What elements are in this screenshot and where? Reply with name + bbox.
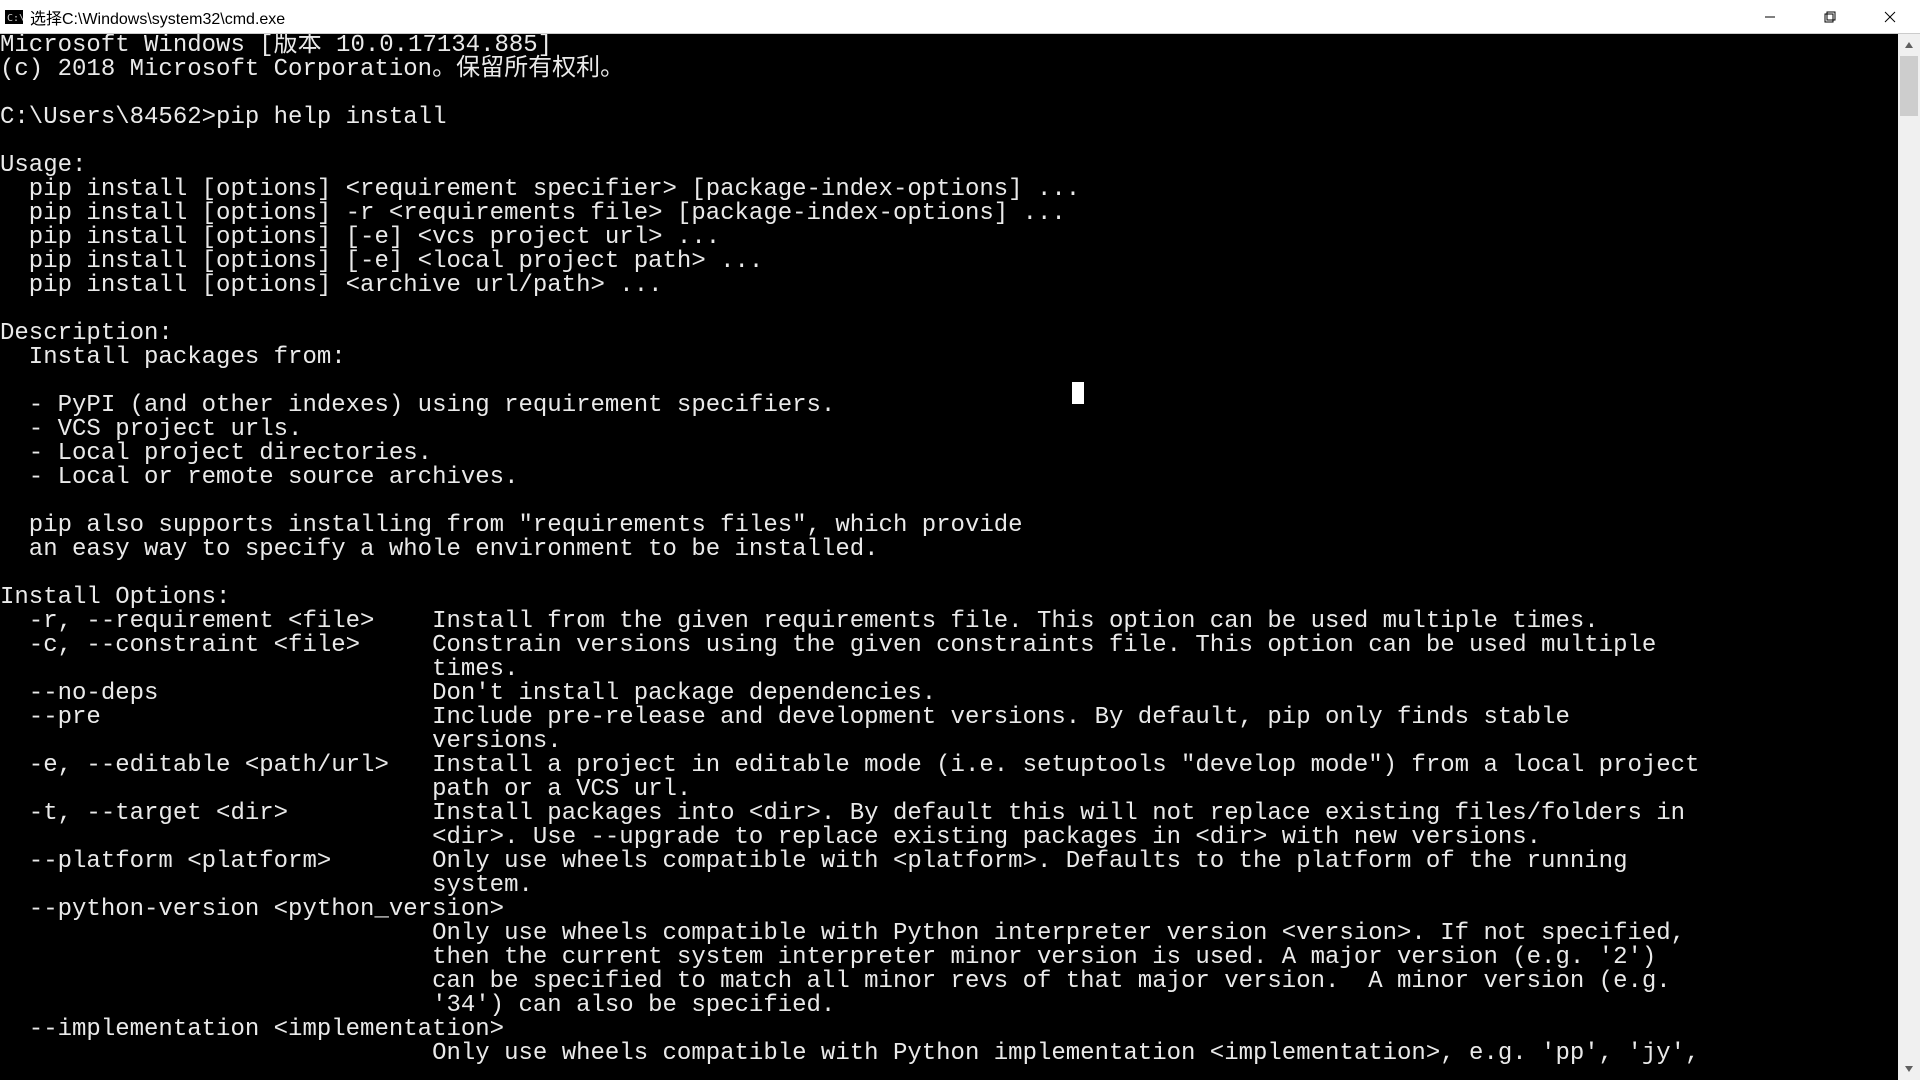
window-title: 选择C:\Windows\system32\cmd.exe	[30, 5, 285, 29]
scroll-up-button[interactable]	[1898, 34, 1920, 56]
terminal-line	[0, 490, 1898, 514]
window-controls	[1740, 0, 1920, 33]
terminal-line: Only use wheels compatible with Python i…	[0, 922, 1898, 946]
terminal-line: -r, --requirement <file> Install from th…	[0, 610, 1898, 634]
terminal-line: path or a VCS url.	[0, 778, 1898, 802]
cmd-icon: C:\	[4, 9, 24, 25]
terminal-line: --no-deps Don't install package dependen…	[0, 682, 1898, 706]
terminal-line: --pre Include pre-release and developmen…	[0, 706, 1898, 730]
terminal-line: then the current system interpreter mino…	[0, 946, 1898, 970]
scroll-track[interactable]	[1898, 56, 1920, 1058]
titlebar[interactable]: C:\ 选择C:\Windows\system32\cmd.exe	[0, 0, 1920, 34]
terminal-line: Usage:	[0, 154, 1898, 178]
terminal-line: an easy way to specify a whole environme…	[0, 538, 1898, 562]
terminal-line: versions.	[0, 730, 1898, 754]
terminal-line: (c) 2018 Microsoft Corporation。保留所有权利。	[0, 58, 1898, 82]
svg-text:C:\: C:\	[7, 13, 23, 24]
client-area: Microsoft Windows [版本 10.0.17134.885](c)…	[0, 34, 1920, 1080]
scroll-down-button[interactable]	[1898, 1058, 1920, 1080]
vertical-scrollbar[interactable]	[1898, 34, 1920, 1080]
terminal-line	[0, 82, 1898, 106]
terminal-line: pip install [options] -r <requirements f…	[0, 202, 1898, 226]
terminal-line: -e, --editable <path/url> Install a proj…	[0, 754, 1898, 778]
terminal-line: Install packages from:	[0, 346, 1898, 370]
terminal-line: --platform <platform> Only use wheels co…	[0, 850, 1898, 874]
terminal-line: - Local project directories.	[0, 442, 1898, 466]
terminal-line	[0, 370, 1898, 394]
terminal-line: <dir>. Use --upgrade to replace existing…	[0, 826, 1898, 850]
terminal-line: Only use wheels compatible with Python i…	[0, 1042, 1898, 1066]
terminal-line: -c, --constraint <file> Constrain versio…	[0, 634, 1898, 658]
terminal-line: '34') can also be specified.	[0, 994, 1898, 1018]
terminal-line	[0, 130, 1898, 154]
terminal-line	[0, 562, 1898, 586]
titlebar-left: C:\ 选择C:\Windows\system32\cmd.exe	[0, 5, 285, 29]
terminal-line: --python-version <python_version>	[0, 898, 1898, 922]
terminal-line: - VCS project urls.	[0, 418, 1898, 442]
maximize-button[interactable]	[1800, 0, 1860, 33]
terminal-line: -t, --target <dir> Install packages into…	[0, 802, 1898, 826]
terminal-output[interactable]: Microsoft Windows [版本 10.0.17134.885](c)…	[0, 34, 1898, 1080]
terminal-line: pip also supports installing from "requi…	[0, 514, 1898, 538]
terminal-line	[0, 298, 1898, 322]
terminal-line: pip install [options] [-e] <local projec…	[0, 250, 1898, 274]
cmd-window: C:\ 选择C:\Windows\system32\cmd.exe	[0, 0, 1920, 1080]
terminal-line: C:\Users\84562>pip help install	[0, 106, 1898, 130]
close-button[interactable]	[1860, 0, 1920, 33]
terminal-line: times.	[0, 658, 1898, 682]
minimize-button[interactable]	[1740, 0, 1800, 33]
terminal-line: - Local or remote source archives.	[0, 466, 1898, 490]
terminal-line: Description:	[0, 322, 1898, 346]
scroll-thumb[interactable]	[1900, 56, 1918, 116]
terminal-line: pip install [options] <archive url/path>…	[0, 274, 1898, 298]
terminal-line: pip install [options] <requirement speci…	[0, 178, 1898, 202]
terminal-line: system.	[0, 874, 1898, 898]
terminal-line: --implementation <implementation>	[0, 1018, 1898, 1042]
terminal-line: pip install [options] [-e] <vcs project …	[0, 226, 1898, 250]
selection-cursor	[1072, 382, 1084, 404]
terminal-line: can be specified to match all minor revs…	[0, 970, 1898, 994]
terminal-line: Microsoft Windows [版本 10.0.17134.885]	[0, 34, 1898, 58]
terminal-line: - PyPI (and other indexes) using require…	[0, 394, 1898, 418]
terminal-line: Install Options:	[0, 586, 1898, 610]
